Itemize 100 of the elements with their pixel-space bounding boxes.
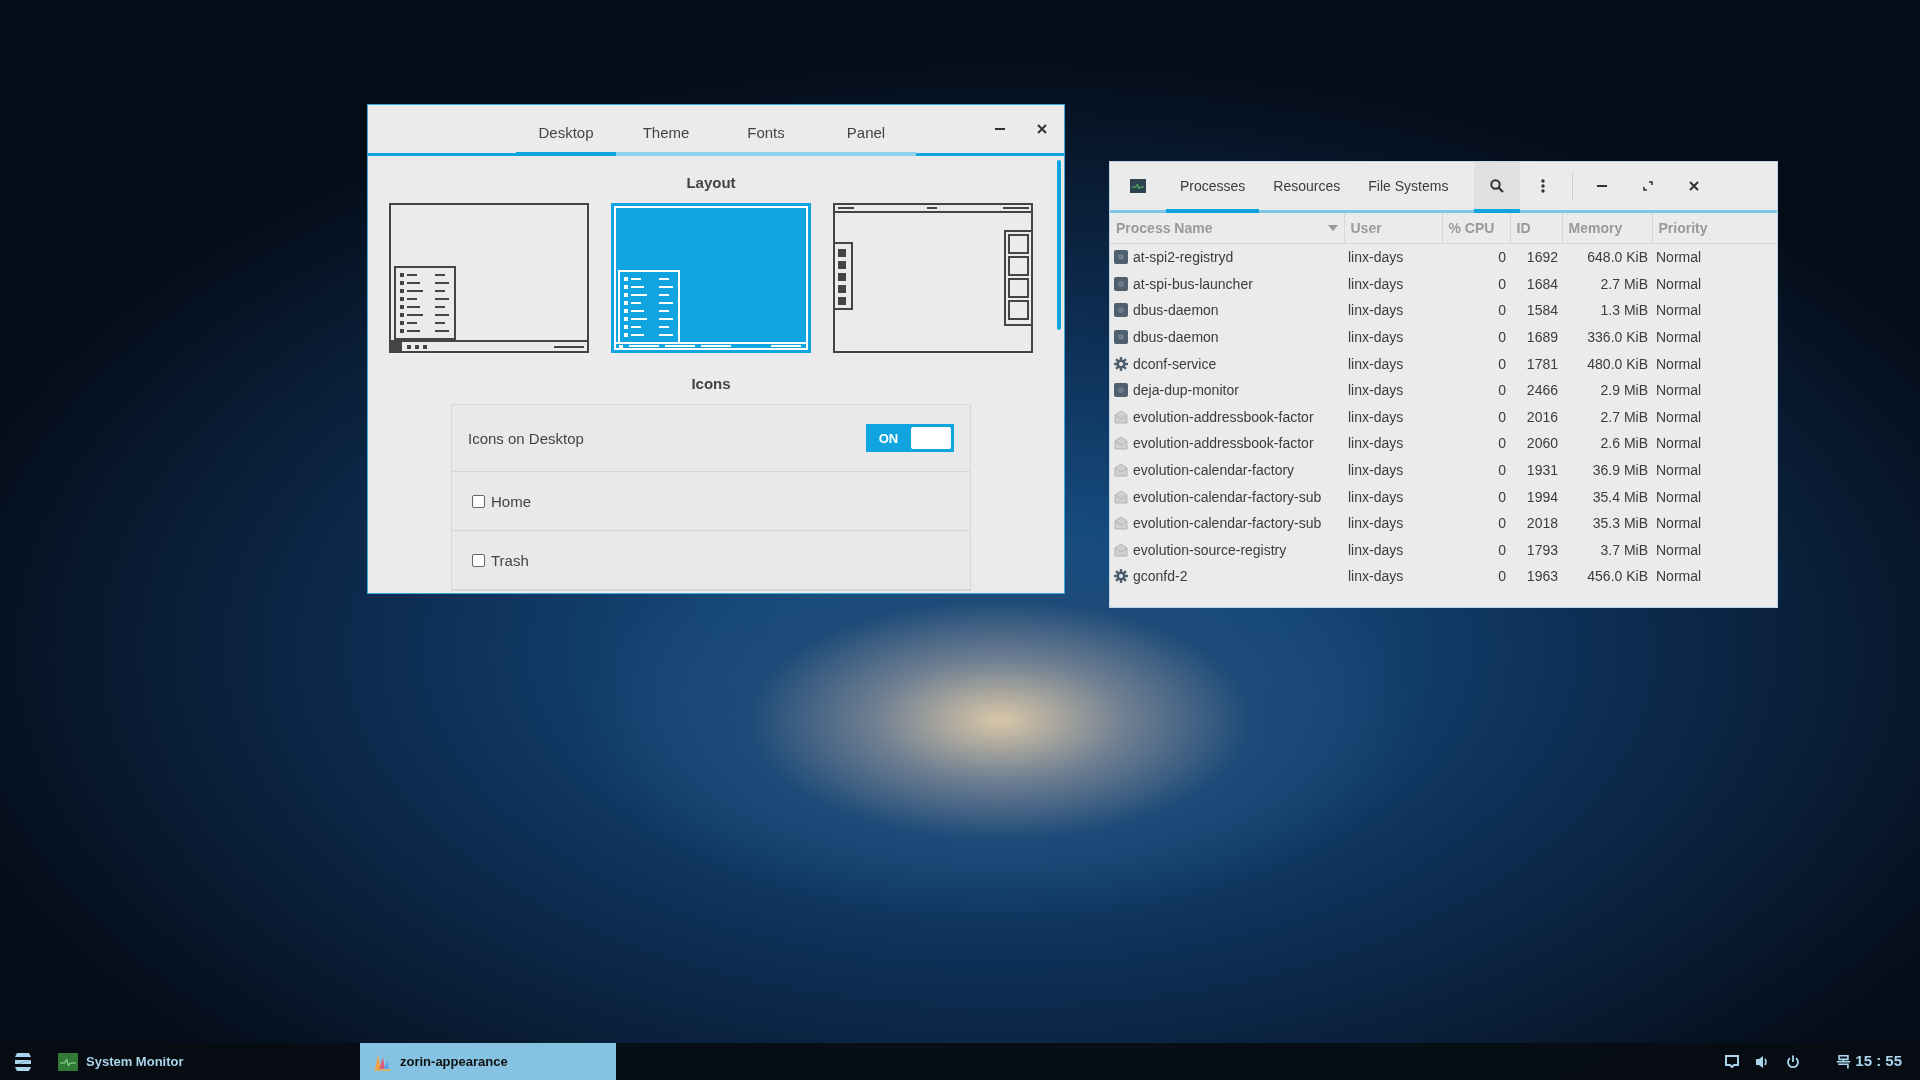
table-cell-text: 1931 — [1525, 461, 1559, 481]
search-icon — [1490, 178, 1505, 193]
table-cell-text: 1689 — [1525, 328, 1559, 348]
checkbox[interactable] — [472, 494, 485, 508]
table-cell-text: 336.0 KiB — [1586, 328, 1649, 348]
table-cell: 648.0 KiB — [1562, 243, 1652, 271]
table-cell: linx-days — [1344, 243, 1442, 271]
table-cell-text: 0 — [1497, 487, 1507, 507]
table-cell: 1692 — [1510, 243, 1562, 271]
app-icon — [1114, 276, 1128, 291]
table-cell-text: linx-days — [1347, 301, 1405, 321]
sort-arrow-icon — [1327, 225, 1338, 231]
process-name: at-spi2-registryd — [1133, 249, 1234, 266]
process-name: deja-dup-monitor — [1133, 382, 1239, 399]
close-icon[interactable] — [1037, 124, 1047, 134]
table-cell-text: linx-days — [1347, 328, 1405, 348]
table-cell-text: Normal — [1655, 354, 1703, 374]
table-cell-text: Normal — [1655, 301, 1703, 321]
monitor-icon — [58, 1052, 78, 1071]
table-cell-text: 0 — [1497, 567, 1507, 587]
table-cell-text: 0 — [1497, 354, 1507, 374]
table-cell-text: Normal — [1655, 487, 1703, 507]
table-cell-text: Normal — [1655, 567, 1703, 587]
table-cell-text: linx-days — [1347, 354, 1405, 374]
scrollbar[interactable] — [1057, 160, 1061, 330]
monitor-icon — [1130, 179, 1146, 193]
table-cell-text: 2.7 MiB — [1599, 407, 1649, 427]
table-cell-text: Normal — [1655, 381, 1703, 401]
gear-icon — [1114, 569, 1128, 584]
tab[interactable]: Theme — [616, 112, 716, 156]
tab[interactable]: Fonts — [716, 112, 816, 156]
table-cell-text: linx-days — [1347, 514, 1405, 534]
layout-option[interactable] — [389, 203, 589, 353]
table-cell: Normal — [1652, 243, 1777, 271]
menu-icon[interactable] — [1541, 179, 1546, 193]
process-name: dbus-daemon — [1133, 329, 1219, 346]
checkbox[interactable] — [472, 553, 485, 567]
tab[interactable]: Processes — [1166, 162, 1260, 213]
table-cell-text: Normal — [1655, 434, 1703, 454]
process-name: evolution-calendar-factory-sub — [1133, 515, 1322, 532]
app-icon — [1114, 330, 1128, 345]
table-cell-text: 0 — [1497, 461, 1507, 481]
table-cell-text: 0 — [1497, 274, 1507, 294]
app-icon — [1114, 250, 1128, 265]
envelope-icon — [1114, 436, 1128, 451]
setting-label: Icons on Desktop — [468, 429, 584, 447]
table-cell-text: 0 — [1497, 540, 1507, 560]
process-name: evolution-addressbook-factor — [1133, 408, 1314, 425]
table-cell-text: 1584 — [1525, 301, 1559, 321]
table-cell-text: 1781 — [1525, 354, 1559, 374]
process-name: evolution-calendar-factory — [1133, 462, 1295, 479]
table-cell-text: 2060 — [1525, 434, 1559, 454]
minimize-icon[interactable] — [1597, 185, 1608, 187]
envelope-icon — [1114, 542, 1128, 557]
process-name: evolution-addressbook-factor — [1133, 435, 1314, 452]
envelope-icon — [1114, 463, 1128, 478]
checkbox-label: Home — [491, 492, 531, 510]
section-heading: Icons — [691, 375, 731, 392]
clock[interactable]: 목 15 : 55 — [1836, 1052, 1902, 1071]
table-cell-text: Normal — [1655, 407, 1703, 427]
maximize-icon[interactable] — [1643, 181, 1654, 191]
table-cell-text: Normal — [1655, 274, 1703, 294]
taskbar-app[interactable]: zorin-appearance — [360, 1043, 616, 1080]
search-button[interactable] — [1474, 162, 1521, 213]
display-icon[interactable] — [1725, 1055, 1740, 1068]
layout-option[interactable] — [833, 203, 1033, 353]
tab[interactable]: Desktop — [516, 112, 616, 156]
table-cell-text: 1684 — [1525, 274, 1559, 294]
table-cell-text: 0 — [1497, 407, 1507, 427]
table-cell-text: 1994 — [1525, 487, 1559, 507]
process-name: evolution-calendar-factory-sub — [1133, 488, 1322, 505]
table-cell-text: 0 — [1497, 381, 1507, 401]
gear-icon — [1114, 356, 1128, 371]
table-cell-text: linx-days — [1347, 434, 1405, 454]
checkbox-label: Trash — [491, 551, 529, 569]
table-cell-text: 2466 — [1525, 381, 1559, 401]
table-cell-text: 456.0 KiB — [1586, 567, 1649, 587]
table-cell-text: 3.7 MiB — [1599, 540, 1649, 560]
table-cell-text: 2.7 MiB — [1599, 274, 1649, 294]
close-icon[interactable] — [1689, 181, 1700, 191]
table-cell-text: 0 — [1497, 301, 1507, 321]
process-name: dconf-service — [1133, 355, 1217, 372]
tab[interactable]: Resources — [1259, 162, 1355, 213]
zorin-logo-icon[interactable] — [12, 1051, 34, 1072]
table-cell-text: 36.9 MiB — [1591, 461, 1649, 481]
taskbar-app[interactable]: System Monitor — [46, 1043, 296, 1080]
tab[interactable]: Panel — [816, 112, 916, 156]
table-cell-text: 1963 — [1525, 567, 1559, 587]
tab[interactable]: File Systems — [1354, 162, 1463, 213]
table-cell-text: linx-days — [1347, 407, 1405, 427]
section-heading: Layout — [686, 174, 736, 191]
envelope-icon — [1114, 516, 1128, 531]
power-icon[interactable] — [1786, 1054, 1801, 1069]
table-cell-text: linx-days — [1347, 274, 1405, 294]
table-cell-text: 480.0 KiB — [1586, 354, 1649, 374]
table-cell-text: Normal — [1655, 540, 1703, 560]
table-cell-text: Normal — [1655, 461, 1703, 481]
table-cell-text: linx-days — [1347, 381, 1405, 401]
table-cell-text: 35.4 MiB — [1591, 487, 1649, 507]
table-cell-text: Normal — [1655, 514, 1703, 534]
